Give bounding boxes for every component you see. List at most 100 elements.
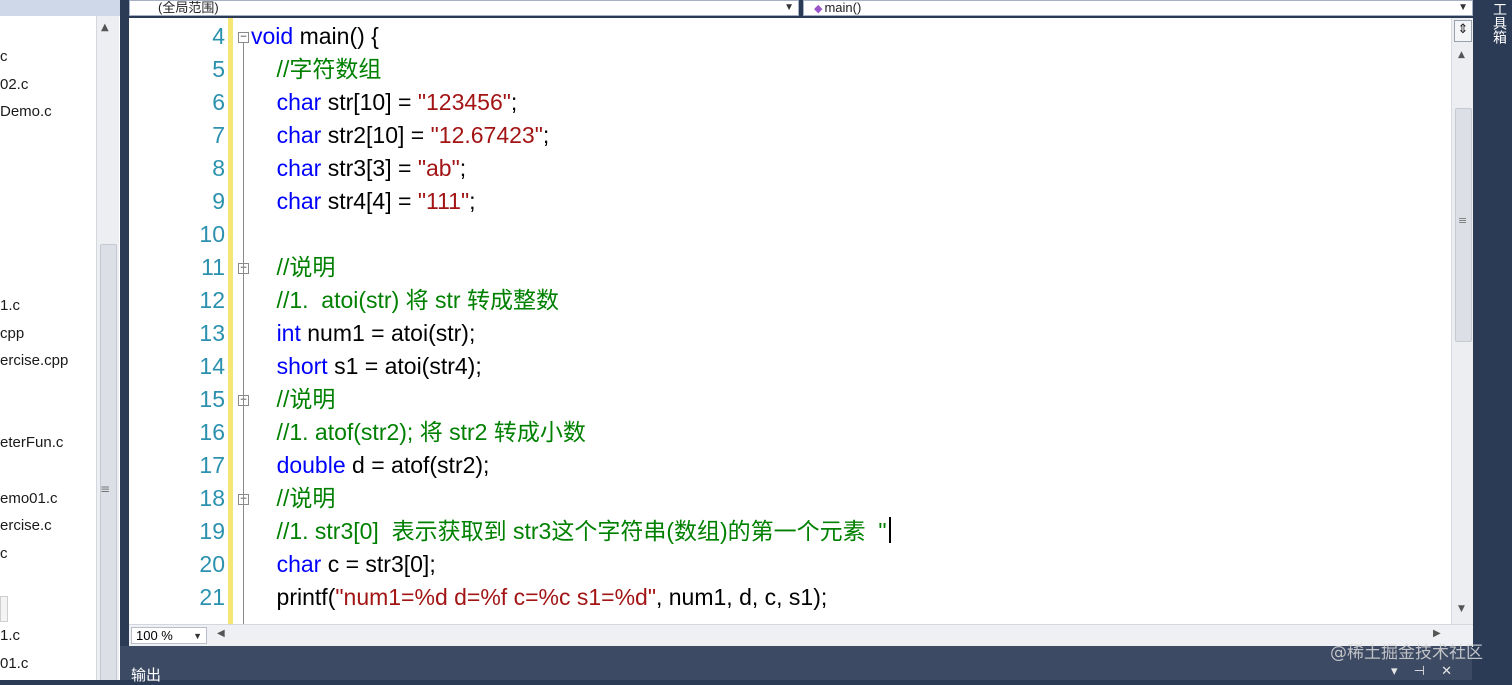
file-item[interactable]: c [0,48,8,65]
output-panel-title[interactable]: 输出 [131,664,161,685]
keyword-token: int [276,320,301,346]
string-token: "123456" [417,89,511,115]
line-number: 21 [199,584,225,610]
keyword-token: char [276,188,322,214]
line-number-gutter: 4 5 6 7 8 9 10 11 12 13 14 15 16 17 18 19 20 21 [129,18,227,624]
code-line[interactable]: char c = str3[0]; [251,548,436,581]
code-line[interactable]: double d = atof(str2); [251,449,490,482]
keyword-token: char [276,122,322,148]
code-token: ; [542,122,550,148]
code-line[interactable]: char str4[4] = "111"; [251,185,476,218]
function-icon: ◆ [814,3,823,15]
code-line[interactable]: //1. str3[0] 表示获取到 str3这个字符串(数组)的第一个元素 " [251,515,891,548]
line-number: 5 [212,56,225,82]
line-number: 6 [212,89,225,115]
code-line[interactable]: //字符数组 [251,53,382,86]
file-item[interactable]: eterFun.c [0,434,63,451]
file-item[interactable]: 1.c [0,627,20,644]
scroll-left-icon[interactable]: ◀ [217,628,225,639]
file-item[interactable]: ercise.cpp [0,352,68,369]
code-token: d = atof(str2); [345,452,490,478]
comment-token: //1. atoi(str) 将 str 转成整数 [251,287,559,313]
code-line[interactable]: char str3[3] = "ab"; [251,152,467,185]
chevron-down-icon: ▼ [193,631,202,641]
toolbox-tab[interactable]: 工具箱 [1489,2,1509,44]
panel-controls[interactable]: ▾ ⊣ ✕ [1391,664,1458,679]
file-item[interactable]: 02.c [0,76,28,93]
code-token: str2[10] = [321,122,431,148]
keyword-token: void [251,23,294,49]
code-line[interactable]: //说明 [251,251,336,284]
line-number: 16 [199,419,225,445]
line-number: 9 [212,188,225,214]
code-token: str[10] = [321,89,418,115]
comment-token: //1. str3[0] 表示获取到 str3这个字符串(数组)的第一个元素 " [251,518,887,544]
keyword-token: double [276,452,346,478]
code-line[interactable]: void main() { [251,20,379,53]
file-item[interactable]: c [0,545,8,562]
comment-token: //1. atof(str2); 将 str2 转成小数 [251,419,586,445]
zoom-dropdown[interactable]: 100 % ▼ [131,627,207,644]
file-item[interactable]: emo01.c [0,490,58,507]
line-number: 11 [201,254,225,280]
code-line[interactable]: printf("num1=%d d=%f c=%c s1=%d", num1, … [251,581,828,614]
editor-bottom-bar: 100 % ▼ ◀ ▶ [129,624,1473,647]
scroll-up-icon[interactable]: ▲ [1458,50,1465,60]
line-number: 14 [199,353,225,379]
grip-icon: ≡ [1458,214,1468,227]
code-token: c = str3[0]; [321,551,436,577]
file-item[interactable]: cpp [0,325,24,342]
code-line[interactable]: //1. atof(str2); 将 str2 转成小数 [251,416,586,449]
comment-token: //说明 [251,485,336,511]
string-token: "12.67423" [430,122,543,148]
toolbox-strip: 工具箱 [1473,0,1512,680]
code-line[interactable]: //说明 [251,383,336,416]
comment-token: //字符数组 [251,56,382,82]
text-caret [888,517,891,543]
scroll-down-icon[interactable]: ▼ [1458,604,1465,614]
fold-guide-line [243,43,244,624]
string-token: "num1=%d d=%f c=%c s1=%d" [335,584,656,610]
explorer-scroll-thumb[interactable] [100,244,117,680]
navigation-bar: (全局范围) ▼ ◆ main() ▼ [129,0,1473,18]
code-token: str3[3] = [321,155,418,181]
function-dropdown[interactable]: ◆ main() ▼ [803,0,1473,16]
line-number: 10 [199,221,225,247]
line-number: 4 [212,23,225,49]
comment-token: //说明 [251,386,336,412]
code-line[interactable]: char str2[10] = "12.67423"; [251,119,550,152]
keyword-token: char [276,89,322,115]
code-line[interactable]: char str[10] = "123456"; [251,86,518,119]
scroll-up-icon[interactable]: ▲ [101,22,109,33]
scope-dropdown[interactable]: (全局范围) ▼ [129,0,799,16]
code-token: ; [459,155,467,181]
file-item[interactable]: 1.c [0,297,20,314]
keyword-token: short [276,353,328,379]
keyword-token: char [276,155,322,181]
split-window-icon[interactable]: ⇕ [1454,20,1472,42]
collapse-icon[interactable]: − [238,32,249,43]
code-line[interactable]: int num1 = atoi(str); [251,317,476,350]
file-item[interactable]: 01.c [0,655,28,672]
code-token: ; [469,188,476,214]
watermark: @稀土掘金技术社区 [1330,643,1483,663]
code-line[interactable]: //1. atoi(str) 将 str 转成整数 [251,284,559,317]
file-item[interactable]: Demo.c [0,103,52,120]
code-line[interactable]: short s1 = atoi(str4); [251,350,482,383]
file-item[interactable]: ercise.c [0,517,52,534]
frame-divider [120,0,129,680]
code-token: printf( [251,584,336,610]
code-token: num1 = atoi(str); [300,320,476,346]
code-editor[interactable]: 4 5 6 7 8 9 10 11 12 13 14 15 16 17 18 19 20 21 void main… [129,18,1473,624]
code-line[interactable]: //说明 [251,482,336,515]
editor-vertical-scrollbar[interactable]: ⇕ ▲ ≡ ▼ [1451,18,1474,624]
code-token: main() { [293,23,379,49]
explorer-scrollbar[interactable]: ▲ ≡ [96,16,119,680]
line-number: 13 [199,320,225,346]
function-dropdown-value: main() [824,0,862,15]
